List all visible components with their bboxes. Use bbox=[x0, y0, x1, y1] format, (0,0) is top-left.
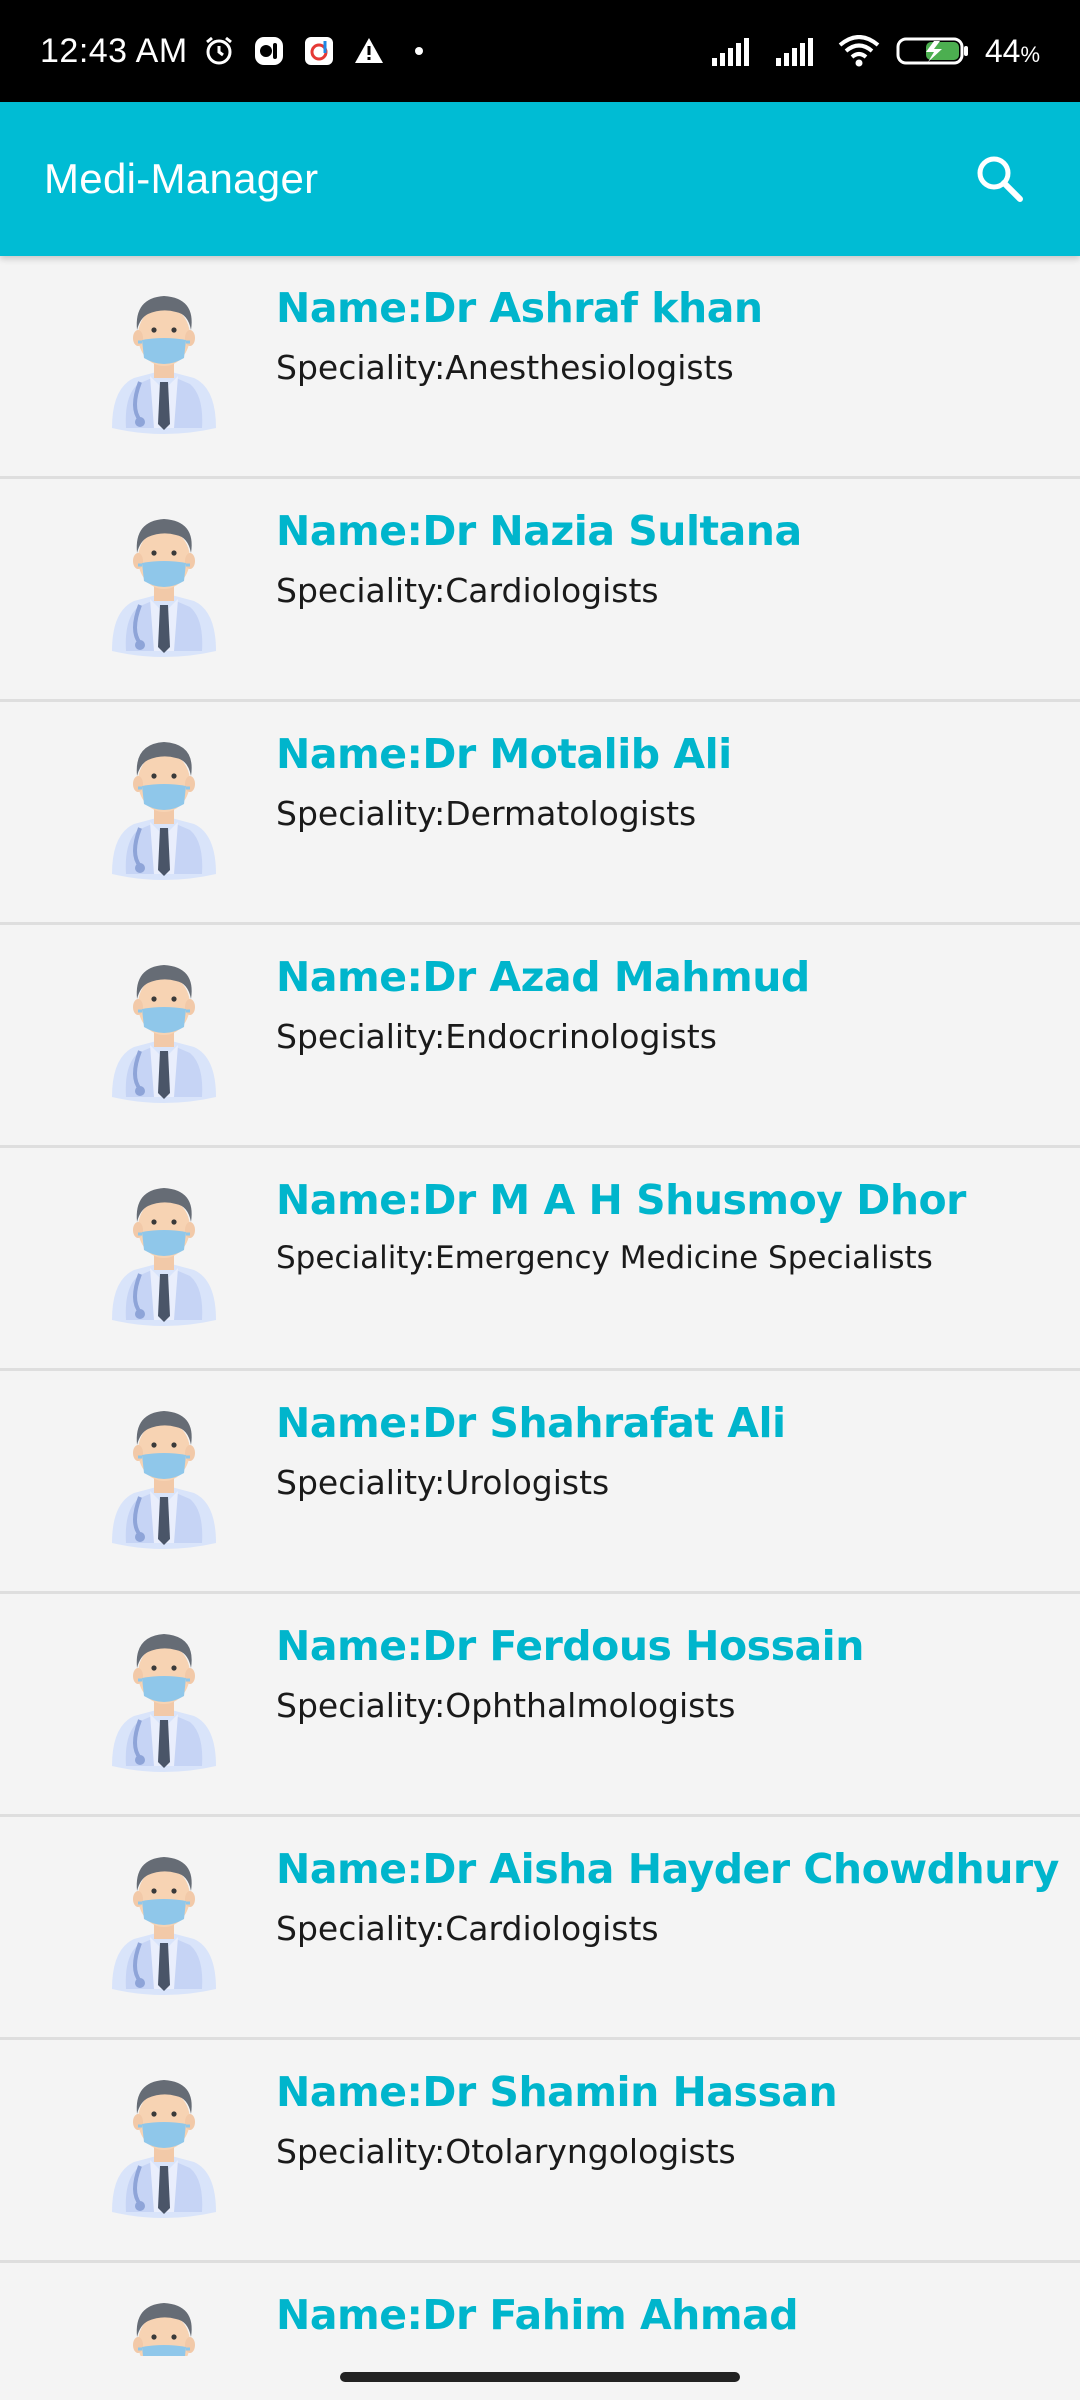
doctor-name: Name:Dr Azad Mahmud bbox=[276, 953, 810, 1001]
list-item[interactable]: Name:Dr Aisha Hayder Chowdhury Speciality… bbox=[0, 1817, 1080, 2040]
doctor-name: Name:Dr Shahrafat Ali bbox=[276, 1399, 786, 1447]
doctor-name: Name:Dr M A H Shusmoy Dhor bbox=[276, 1176, 966, 1224]
app-title: Medi-Manager bbox=[44, 155, 319, 202]
screen: 12:43 AM 44% Medi-Manager Name:Dr Ashraf… bbox=[0, 0, 1080, 2400]
signal-icon bbox=[773, 34, 823, 68]
doctor-speciality: Speciality:Anesthesiologists bbox=[276, 348, 734, 387]
doctor-avatar-icon bbox=[104, 947, 224, 1107]
doctor-speciality: Speciality:Ophthalmologists bbox=[276, 1686, 736, 1725]
warning-icon bbox=[352, 34, 386, 68]
list-item[interactable]: Name:Dr Shamin Hassan Speciality:Otolaryn… bbox=[0, 2040, 1080, 2263]
wifi-icon bbox=[837, 34, 881, 68]
doctor-avatar-icon bbox=[104, 1170, 224, 1330]
doctor-avatar-icon bbox=[104, 278, 224, 438]
battery-charging-icon bbox=[895, 34, 971, 68]
signal-icon bbox=[709, 34, 759, 68]
doctor-name: Name:Dr Shamin Hassan bbox=[276, 2068, 838, 2116]
doctor-speciality: Speciality:Urologists bbox=[276, 1463, 610, 1502]
list-item[interactable]: Name:Dr Motalib Ali Speciality:Dermatolog… bbox=[0, 702, 1080, 925]
status-time: 12:43 AM bbox=[40, 31, 188, 70]
doctor-name: Name:Dr Motalib Ali bbox=[276, 730, 732, 778]
list-item[interactable]: Name:Dr Nazia Sultana Speciality:Cardiolo… bbox=[0, 479, 1080, 702]
doctor-name: Name:Dr Ashraf khan bbox=[276, 284, 763, 332]
doctor-speciality: Speciality:Dermatologists bbox=[276, 794, 697, 833]
list-item[interactable]: Name:Dr M A H Shusmoy Dhor Speciality:Eme… bbox=[0, 1148, 1080, 1371]
list-item[interactable]: Name:Dr Shahrafat Ali Speciality:Urologis… bbox=[0, 1371, 1080, 1594]
status-icons-right: 44% bbox=[709, 33, 1040, 70]
status-bar: 12:43 AM 44% bbox=[0, 0, 1080, 102]
doctor-speciality: Speciality:Otolaryngologists bbox=[276, 2132, 736, 2171]
doctor-avatar-icon bbox=[104, 2285, 224, 2356]
doctor-name: Name:Dr Aisha Hayder Chowdhury bbox=[276, 1845, 1059, 1893]
doctor-avatar-icon bbox=[104, 1393, 224, 1553]
doctor-speciality: Speciality:Endocrinologists bbox=[276, 1017, 717, 1056]
app-icon bbox=[302, 34, 336, 68]
doctor-avatar-icon bbox=[104, 1839, 224, 1999]
app-icon bbox=[252, 34, 286, 68]
list-item[interactable]: Name:Dr Fahim Ahmad bbox=[0, 2263, 1080, 2356]
home-indicator[interactable] bbox=[340, 2372, 740, 2382]
list-item[interactable]: Name:Dr Ferdous Hossain Speciality:Ophtha… bbox=[0, 1594, 1080, 1817]
doctor-name: Name:Dr Ferdous Hossain bbox=[276, 1622, 864, 1670]
status-icons-left bbox=[202, 34, 436, 68]
nav-bar bbox=[0, 2356, 1080, 2400]
dot-icon bbox=[402, 34, 436, 68]
doctor-speciality: Speciality:Cardiologists bbox=[276, 571, 659, 610]
search-button[interactable] bbox=[964, 143, 1036, 215]
alarm-icon bbox=[202, 34, 236, 68]
doctor-list[interactable]: Name:Dr Ashraf khan Speciality:Anesthesio… bbox=[0, 256, 1080, 2356]
search-icon bbox=[977, 156, 1023, 202]
doctor-avatar-icon bbox=[104, 1616, 224, 1776]
list-item[interactable]: Name:Dr Azad Mahmud Speciality:Endocrinol… bbox=[0, 925, 1080, 1148]
doctor-avatar-icon bbox=[104, 724, 224, 884]
doctor-name: Name:Dr Nazia Sultana bbox=[276, 507, 802, 555]
doctor-speciality: Speciality:Cardiologists bbox=[276, 1909, 659, 1948]
doctor-avatar-icon bbox=[104, 2062, 224, 2222]
doctor-speciality: Speciality:Emergency Medicine Specialist… bbox=[276, 1240, 933, 1276]
app-bar: Medi-Manager bbox=[0, 102, 1080, 256]
doctor-avatar-icon bbox=[104, 501, 224, 661]
list-item[interactable]: Name:Dr Ashraf khan Speciality:Anesthesio… bbox=[0, 256, 1080, 479]
doctor-name: Name:Dr Fahim Ahmad bbox=[276, 2291, 799, 2339]
battery-percentage: 44% bbox=[984, 32, 1040, 69]
